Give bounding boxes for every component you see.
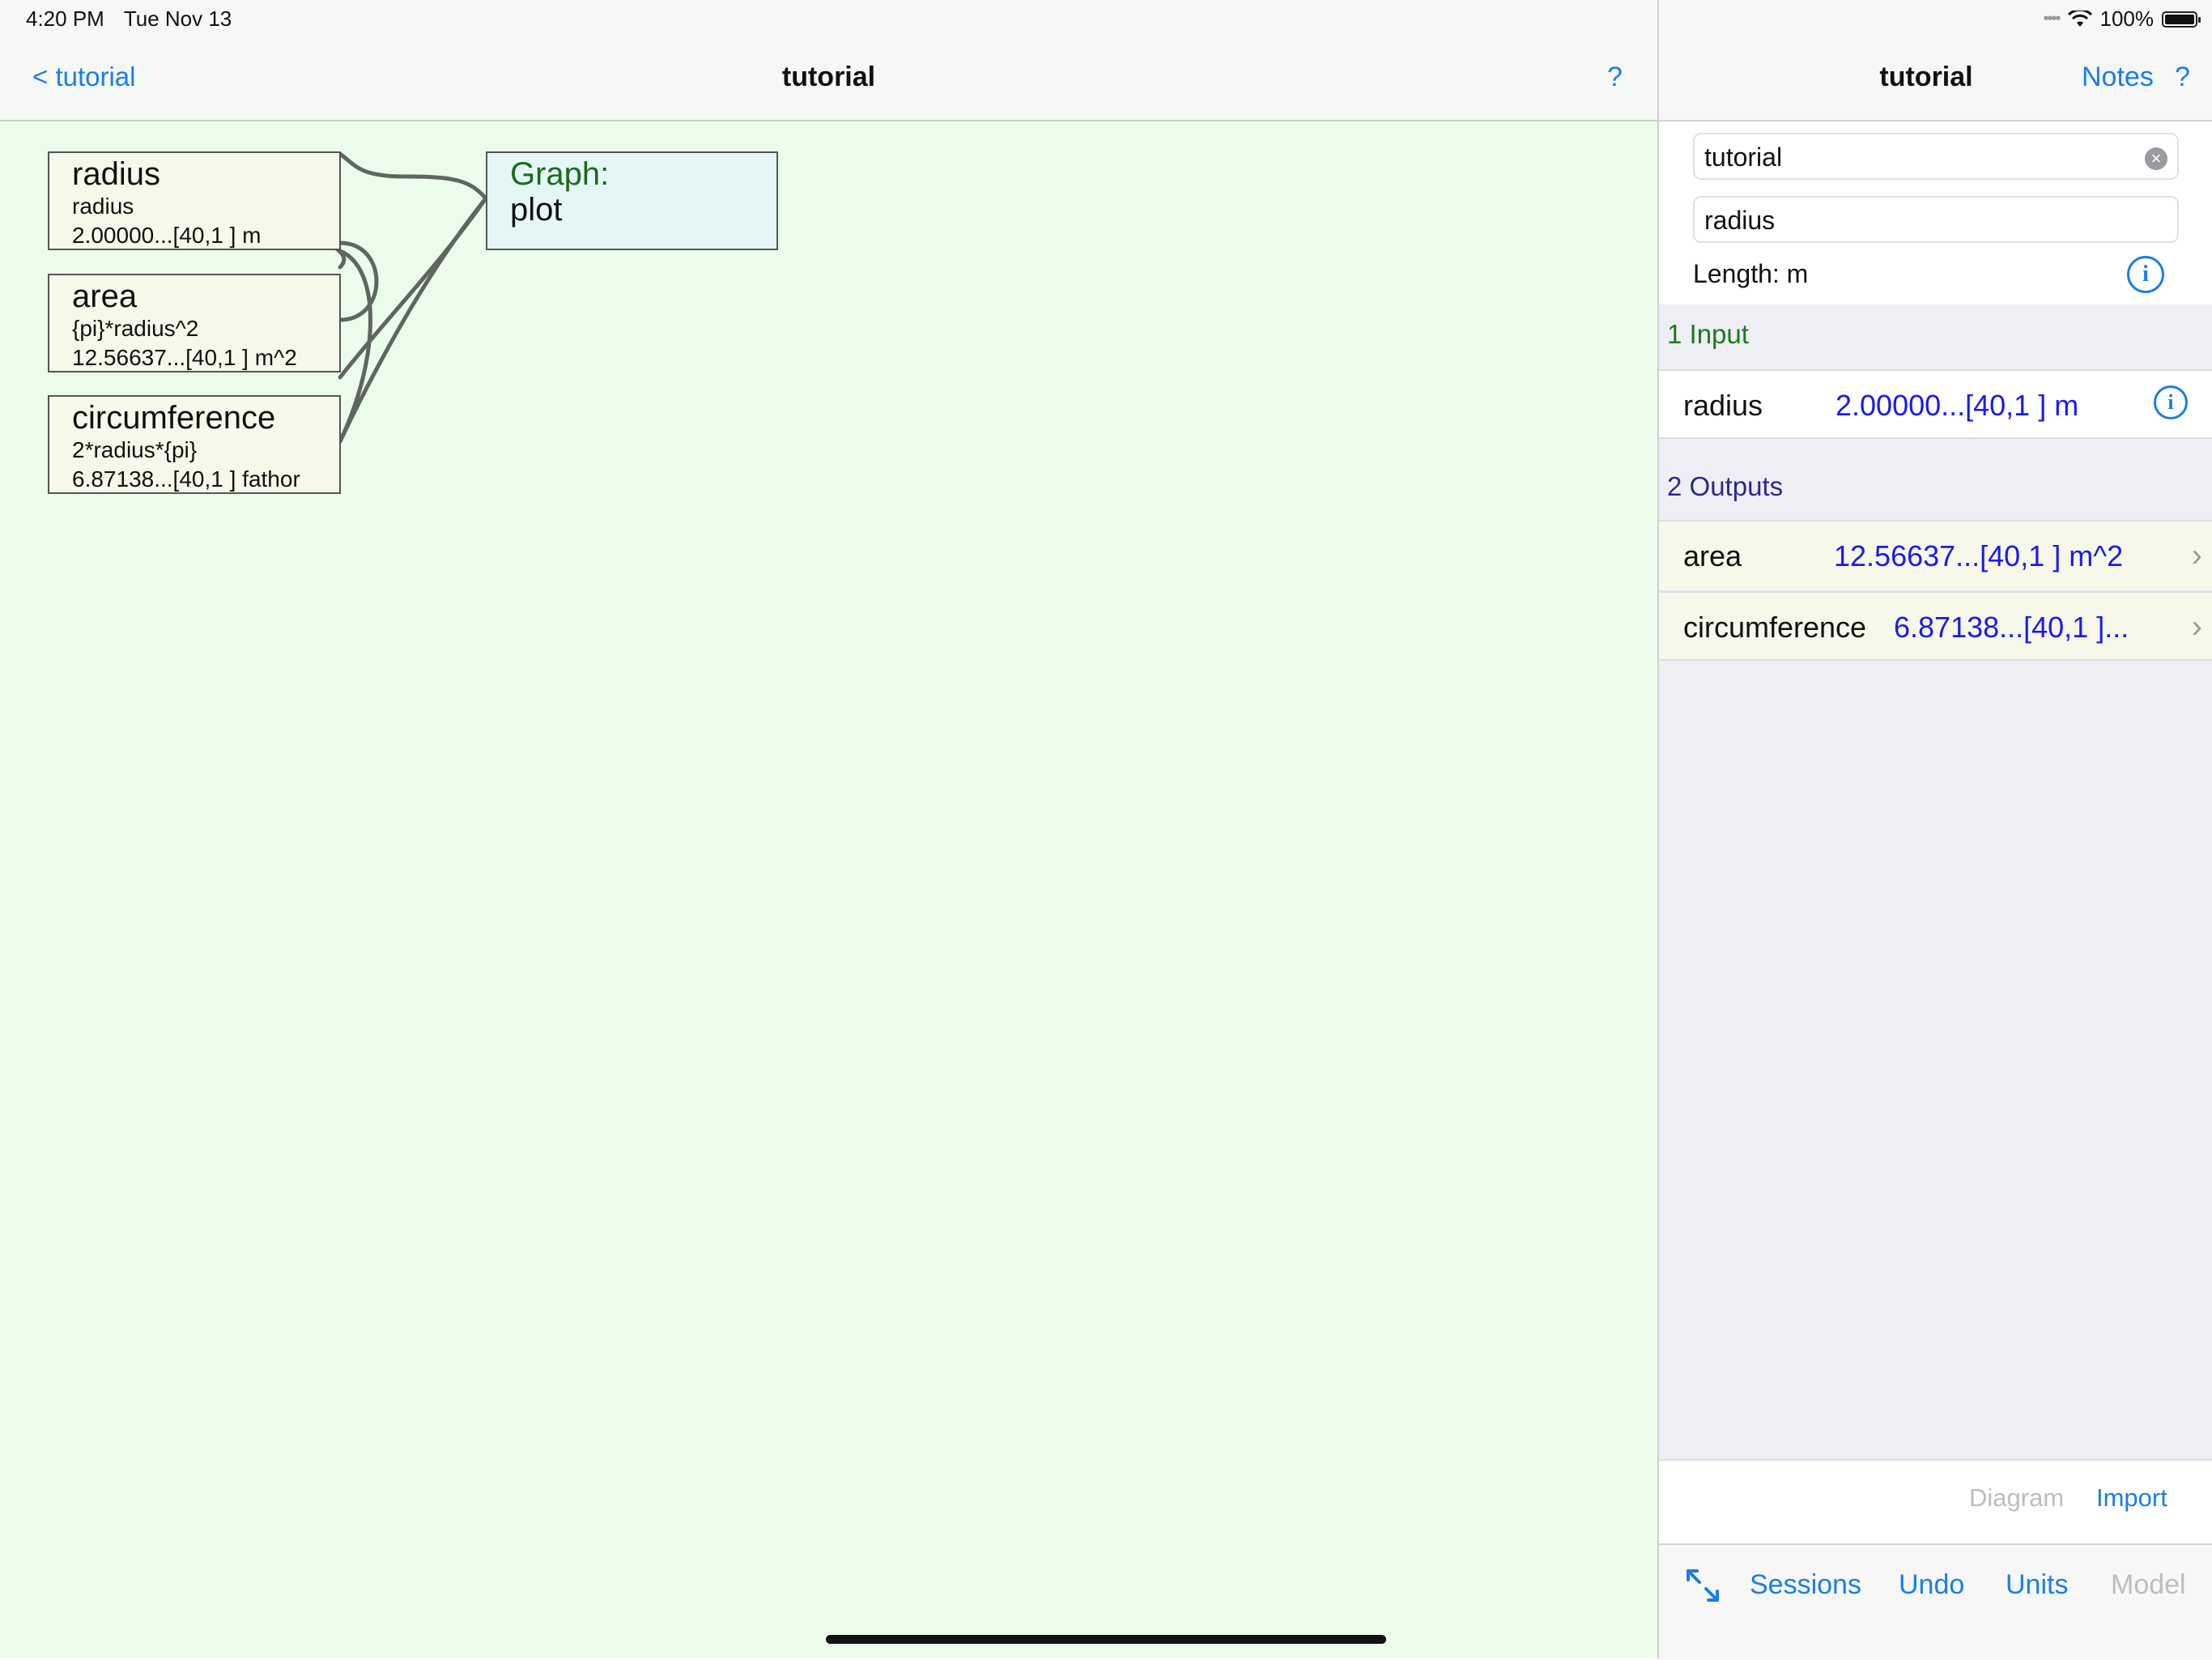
variable-name-field[interactable]: radius <box>1693 196 2179 243</box>
status-indicators: •••• 100% <box>2043 6 2201 32</box>
output-section-header: 2 Outputs <box>1667 471 1784 501</box>
node-graph-plot[interactable]: Graph: plot <box>486 151 778 250</box>
import-button[interactable]: Import <box>2096 1483 2167 1513</box>
unit-label: Length: m <box>1693 259 1809 288</box>
expand-icon[interactable] <box>1683 1566 1722 1605</box>
wifi-icon <box>2067 10 2092 27</box>
battery-icon <box>2162 11 2201 28</box>
battery-percent: 100% <box>2099 6 2155 31</box>
fields-area: tutorial × radius Length: m i <box>1659 121 2212 304</box>
output-name: area <box>1683 539 1742 572</box>
diagram-pane: 4:20 PM Tue Nov 13 < tutorial tutorial ? … <box>0 0 1657 1658</box>
output-value: 6.87138...[40,1 ]... <box>1894 611 2129 644</box>
node-value: 2.00000...[40,1 ] m <box>72 223 262 248</box>
link-circ-graph <box>338 196 488 444</box>
session-name-field[interactable]: tutorial × <box>1693 133 2179 180</box>
input-section-header: 1 Input <box>1667 319 1749 349</box>
input-value[interactable]: 2.00000...[40,1 ] m <box>1836 389 2078 423</box>
node-title: area <box>72 279 138 314</box>
node-formula: 2*radius*{pi} <box>72 437 198 462</box>
chevron-right-icon: › <box>2191 538 2202 573</box>
input-row-radius[interactable]: radius 2.00000...[40,1 ] m i <box>1659 369 2212 439</box>
node-value: 6.87138...[40,1 ] fathor <box>72 466 300 492</box>
output-row-area[interactable]: area 12.56637...[40,1 ] m^2 › <box>1659 520 2212 590</box>
input-name: radius <box>1683 389 1763 422</box>
node-formula: radius <box>72 194 134 219</box>
output-name: circumference <box>1683 611 1867 644</box>
model-button[interactable]: Model <box>2111 1569 2186 1601</box>
undo-button[interactable]: Undo <box>1899 1569 1964 1601</box>
output-value: 12.56637...[40,1 ] m^2 <box>1834 539 2124 572</box>
inspector-title: tutorial <box>1879 62 1973 92</box>
info-icon[interactable]: i <box>2154 385 2188 419</box>
chevron-right-icon: › <box>2191 609 2202 645</box>
toolbar: Sessions Undo Units Model <box>1659 1543 2212 1660</box>
graph-label: Graph: <box>510 156 610 192</box>
node-title: radius <box>72 156 160 192</box>
clear-icon[interactable]: × <box>2145 147 2167 170</box>
link-radius-graph <box>338 151 488 201</box>
home-indicator[interactable] <box>826 1635 1386 1644</box>
units-button[interactable]: Units <box>2006 1569 2068 1601</box>
sessions-button[interactable]: Sessions <box>1750 1569 1861 1601</box>
node-area[interactable]: area {pi}*radius^2 12.56637...[40,1 ] m^… <box>48 274 341 372</box>
right-help-button[interactable]: ? <box>2175 62 2190 93</box>
info-icon[interactable]: i <box>2127 256 2164 293</box>
notes-button[interactable]: Notes <box>2082 62 2154 93</box>
node-circumference[interactable]: circumference 2*radius*{pi} 6.87138...[4… <box>48 395 341 494</box>
node-title: circumference <box>72 400 276 436</box>
node-value: 12.56637...[40,1 ] m^2 <box>72 345 297 370</box>
inspector-pane: •••• 100% tutorial Notes ? tutorial × ra… <box>1657 0 2212 1660</box>
node-radius[interactable]: radius radius 2.00000...[40,1 ] m <box>48 151 341 250</box>
variable-name-value: radius <box>1704 206 1776 235</box>
signal-icon: •••• <box>2043 10 2061 28</box>
graph-name: plot <box>510 192 563 228</box>
output-row-circumference[interactable]: circumference 6.87138...[40,1 ]... › <box>1659 591 2212 661</box>
diagram-button[interactable]: Diagram <box>1969 1483 2064 1513</box>
right-nav-bar: •••• 100% tutorial Notes ? <box>1659 0 2212 121</box>
action-bar: Diagram Import <box>1659 1459 2212 1545</box>
session-name-value: tutorial <box>1704 143 1783 172</box>
node-formula: {pi}*radius^2 <box>72 316 199 341</box>
